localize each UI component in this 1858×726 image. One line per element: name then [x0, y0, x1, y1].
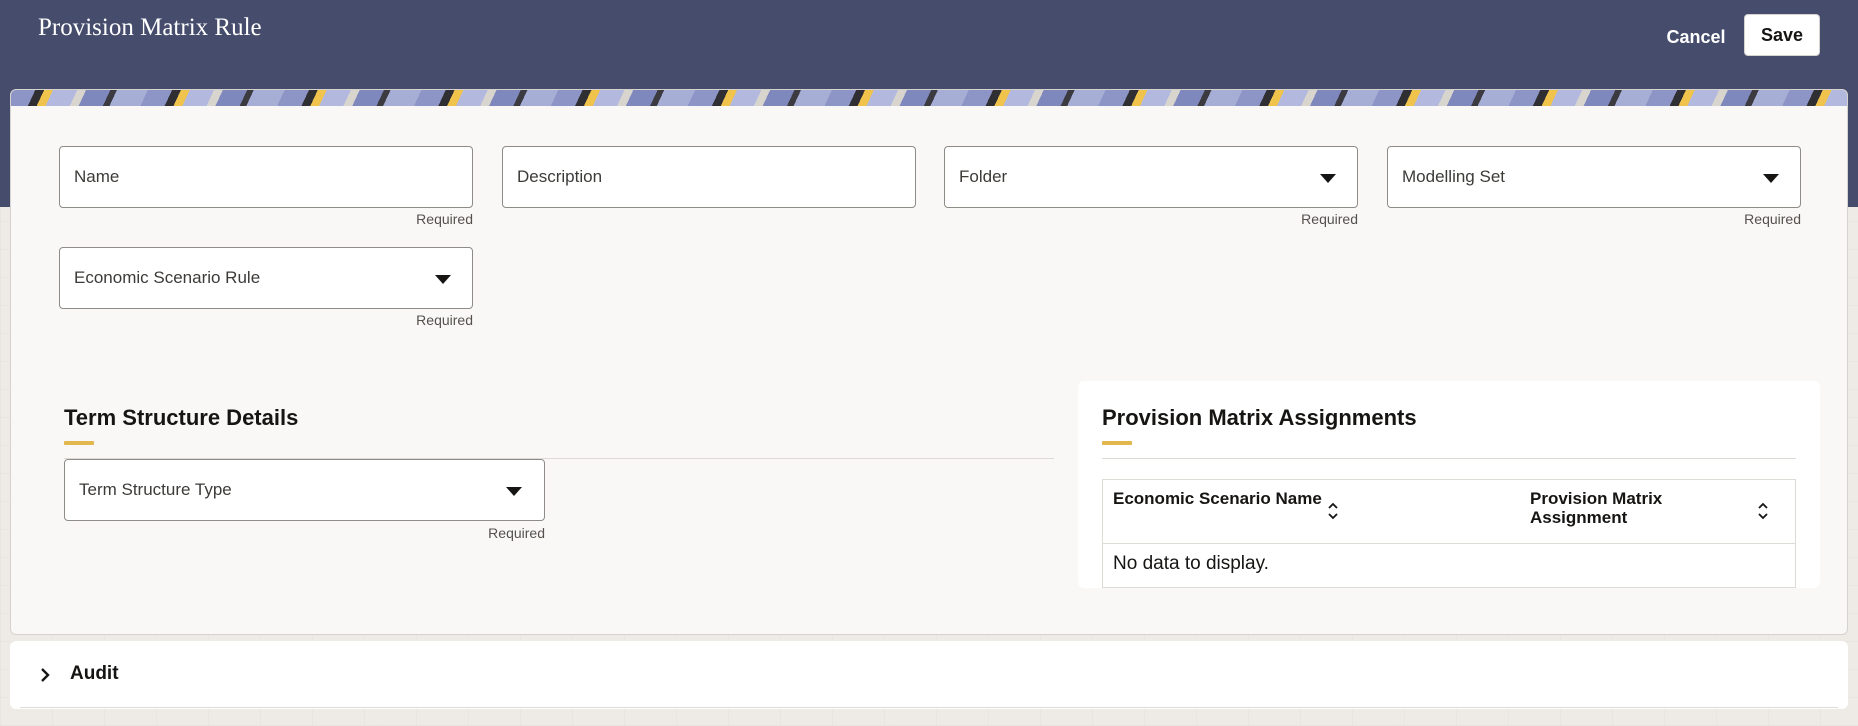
table-header-divider — [1103, 543, 1795, 544]
folder-required-hint: Required — [1301, 211, 1358, 227]
assignments-panel: Provision Matrix Assignments Economic Sc… — [1078, 381, 1820, 588]
name-field-label: Name — [74, 167, 120, 186]
modelling-set-select-label: Modelling Set — [1402, 167, 1506, 186]
chevron-right-icon[interactable] — [38, 665, 52, 685]
term-structure-title: Term Structure Details — [64, 405, 299, 430]
economic-scenario-rule-select-label: Economic Scenario Rule — [74, 268, 261, 287]
chevron-down-icon — [1320, 174, 1336, 183]
audit-divider — [20, 707, 1838, 708]
assignments-title: Provision Matrix Assignments — [1102, 405, 1417, 430]
column-header-provision-matrix-assignment[interactable]: Provision Matrix Assignment — [1530, 489, 1690, 527]
decorative-banner — [11, 90, 1847, 106]
folder-select-label: Folder — [959, 167, 1008, 186]
modelling-set-select[interactable]: Modelling Set — [1387, 146, 1801, 208]
modelling-set-required-hint: Required — [1744, 211, 1801, 227]
audit-label[interactable]: Audit — [70, 663, 119, 685]
sort-icon[interactable] — [1326, 500, 1340, 522]
name-required-hint: Required — [416, 211, 473, 227]
name-field[interactable]: Name — [59, 146, 473, 208]
cancel-button[interactable]: Cancel — [1656, 18, 1736, 56]
economic-scenario-rule-required-hint: Required — [416, 312, 473, 328]
chevron-down-icon — [1763, 174, 1779, 183]
chevron-down-icon — [506, 487, 522, 496]
term-structure-type-select[interactable]: Term Structure Type — [64, 459, 545, 521]
save-button[interactable]: Save — [1744, 14, 1820, 56]
section-accent — [64, 441, 94, 445]
description-field[interactable]: Description — [502, 146, 916, 208]
audit-section[interactable]: Audit — [10, 641, 1848, 709]
description-field-label: Description — [517, 167, 603, 186]
rule-form-card: Name Required Description Folder Require… — [10, 89, 1848, 635]
page-title: Provision Matrix Rule — [38, 14, 262, 41]
economic-scenario-rule-select[interactable]: Economic Scenario Rule — [59, 247, 473, 309]
section-accent — [1102, 441, 1132, 445]
term-structure-type-select-label: Term Structure Type — [79, 480, 232, 499]
empty-table-message: No data to display. — [1113, 553, 1269, 574]
assignments-table: Economic Scenario Name Provision Matrix … — [1102, 479, 1796, 588]
section-divider — [1102, 458, 1796, 459]
sort-icon[interactable] — [1756, 500, 1770, 522]
term-structure-type-required-hint: Required — [488, 525, 545, 541]
chevron-down-icon — [435, 275, 451, 284]
column-header-economic-scenario-name[interactable]: Economic Scenario Name — [1113, 489, 1333, 508]
folder-select[interactable]: Folder — [944, 146, 1358, 208]
